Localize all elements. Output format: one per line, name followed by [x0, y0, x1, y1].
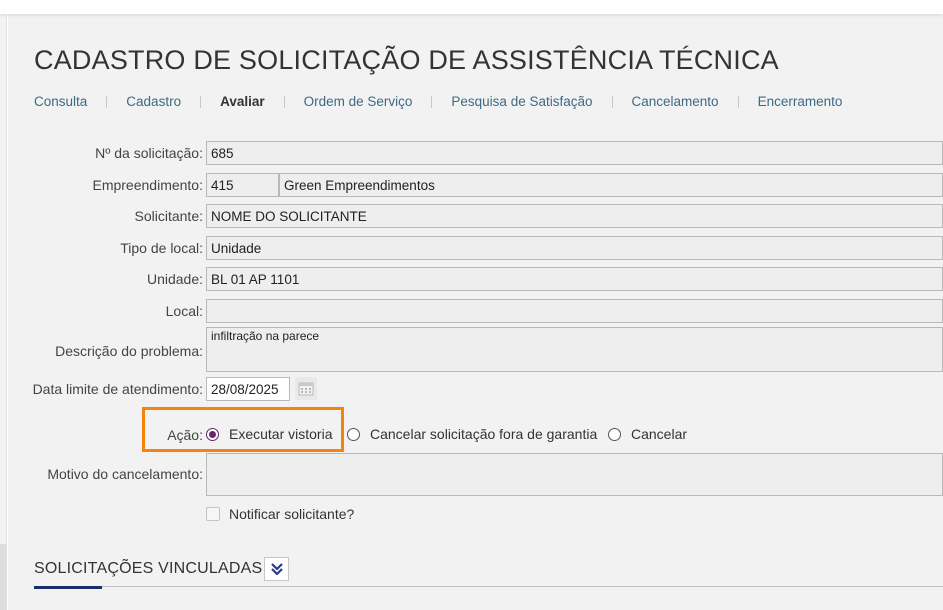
page-title: CADASTRO DE SOLICITAÇÃO DE ASSISTÊNCIA T… [34, 45, 779, 75]
empreendimento-code-field[interactable]: 415 [206, 173, 279, 197]
notificar-checkbox[interactable] [206, 507, 220, 521]
nav-separator [200, 95, 202, 108]
unidade-field[interactable]: BL 01 AP 1101 [206, 267, 943, 291]
radio-cancelar-fora-garantia-label[interactable]: Cancelar solicitação fora de garantia [370, 426, 597, 442]
nav-tabs: Consulta Cadastro Avaliar Ordem de Servi… [34, 94, 842, 109]
section-accent-bar [34, 586, 102, 589]
motivo-label: Motivo do cancelamento: [47, 466, 203, 482]
nav-separator [106, 95, 108, 108]
acao-highlight-box [142, 407, 344, 452]
nav-separator [431, 95, 433, 108]
solicitante-label: Solicitante: [134, 208, 203, 224]
calendar-icon[interactable] [295, 377, 317, 400]
numero-label: Nº da solicitação: [95, 145, 203, 161]
notificar-label[interactable]: Notificar solicitante? [229, 506, 354, 522]
tab-avaliar[interactable]: Avaliar [220, 94, 265, 109]
tab-cadastro[interactable]: Cadastro [126, 94, 181, 109]
solicitante-field[interactable]: NOME DO SOLICITANTE [206, 204, 943, 228]
top-bar [0, 0, 943, 14]
empreendimento-label: Empreendimento: [92, 177, 203, 193]
radio-cancelar[interactable] [608, 428, 621, 441]
nav-separator [283, 95, 285, 108]
data-limite-field[interactable]: 28/08/2025 [206, 377, 290, 401]
local-field[interactable] [206, 299, 943, 323]
tab-ordem-de-servico[interactable]: Ordem de Serviço [304, 94, 413, 109]
local-label: Local: [165, 303, 203, 319]
left-strip [0, 14, 7, 610]
tab-encerramento[interactable]: Encerramento [758, 94, 843, 109]
collapse-button[interactable] [264, 557, 289, 581]
nav-separator [611, 95, 613, 108]
nav-separator [737, 95, 739, 108]
descricao-textarea[interactable]: infiltração na parece [206, 327, 943, 372]
left-strip-shade [0, 544, 7, 610]
tipo-local-label: Tipo de local: [120, 240, 203, 256]
motivo-textarea[interactable] [206, 453, 943, 496]
chevron-double-down-icon [270, 563, 283, 576]
tipo-local-field[interactable]: Unidade [206, 236, 943, 260]
section-title: SOLICITAÇÕES VINCULADAS [34, 560, 263, 577]
radio-cancelar-fora-garantia[interactable] [347, 428, 360, 441]
numero-field[interactable]: 685 [206, 141, 943, 165]
descricao-label: Descrição do problema: [55, 343, 203, 359]
unidade-label: Unidade: [146, 271, 203, 287]
section-divider [34, 586, 943, 587]
tab-consulta[interactable]: Consulta [34, 94, 87, 109]
radio-cancelar-label[interactable]: Cancelar [631, 426, 687, 442]
tab-pesquisa-de-satisfacao[interactable]: Pesquisa de Satisfação [451, 94, 592, 109]
empreendimento-name-field[interactable]: Green Empreendimentos [279, 173, 943, 197]
tab-cancelamento[interactable]: Cancelamento [632, 94, 719, 109]
data-limite-label: Data limite de atendimento: [32, 381, 203, 397]
